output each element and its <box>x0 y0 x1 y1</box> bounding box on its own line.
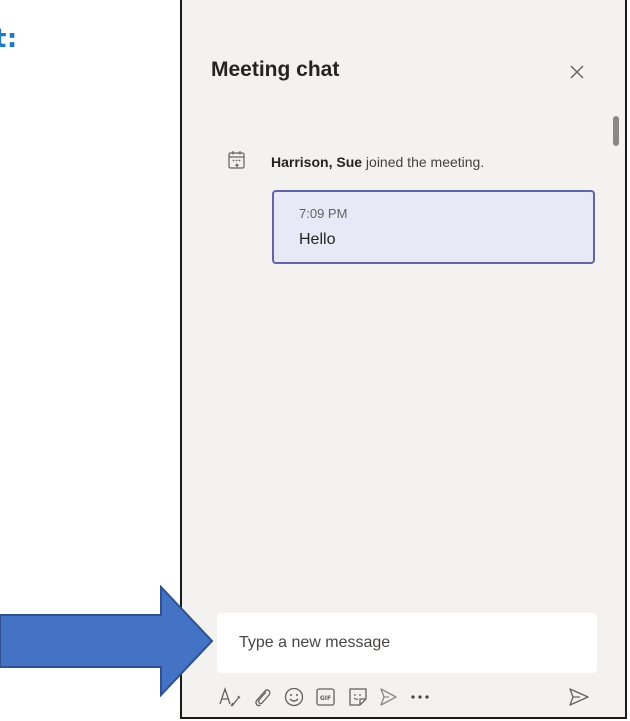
close-icon <box>570 65 584 79</box>
compose-message-input[interactable] <box>217 613 597 673</box>
emoji-button[interactable] <box>281 684 307 710</box>
gif-button[interactable]: GIF <box>313 684 339 710</box>
emoji-icon <box>284 687 304 707</box>
format-icon <box>219 686 241 707</box>
join-event-message: Harrison, Sue joined the meeting. <box>271 154 484 170</box>
message-text: Hello <box>299 231 336 248</box>
attach-button[interactable] <box>249 684 275 710</box>
sticker-icon <box>349 688 367 706</box>
schedule-send-icon <box>380 688 397 706</box>
format-button[interactable] <box>217 684 243 710</box>
participant-name: Harrison, Sue <box>271 154 363 170</box>
chat-message[interactable]: 7:09 PM Hello <box>272 190 595 264</box>
join-event-text: joined the meeting. <box>362 154 485 170</box>
fragment-title: t: <box>0 24 18 54</box>
gif-icon: GIF <box>316 688 335 706</box>
more-options-icon <box>411 695 429 699</box>
chat-title: Meeting chat <box>211 58 340 81</box>
send-icon <box>569 688 589 706</box>
sticker-button[interactable] <box>345 684 371 710</box>
send-button[interactable] <box>566 684 592 710</box>
meeting-chat-panel: Meeting chat Harrison, Sue joined the me… <box>180 0 627 719</box>
schedule-send-button[interactable] <box>375 684 401 710</box>
message-timestamp: 7:09 PM <box>299 206 348 221</box>
more-options-button[interactable] <box>407 684 433 710</box>
close-button[interactable] <box>565 60 589 84</box>
pointer-arrow-icon <box>0 585 214 697</box>
calendar-join-icon <box>228 151 245 169</box>
scrollbar-thumb[interactable] <box>613 116 619 146</box>
attach-icon <box>255 689 271 707</box>
svg-text:GIF: GIF <box>320 695 331 702</box>
